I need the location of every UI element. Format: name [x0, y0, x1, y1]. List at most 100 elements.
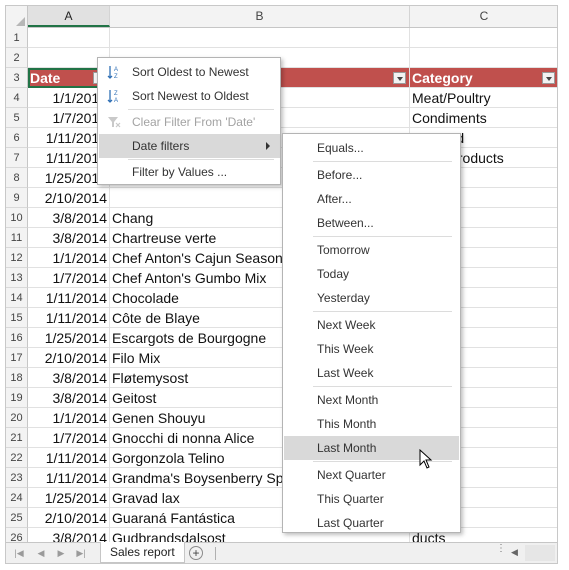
row-header[interactable]: 6	[6, 128, 28, 148]
date-filter-item[interactable]: This Quarter	[284, 487, 459, 511]
prev-sheet-icon[interactable]: ◀	[36, 547, 46, 559]
cell-text: 3/8/2014	[52, 370, 108, 386]
cell-text: 3/8/2014	[52, 230, 108, 246]
sort-newest-label: Sort Newest to Oldest	[132, 89, 249, 103]
cell-a[interactable]: 1/7/2014	[28, 268, 110, 288]
row-header[interactable]: 7	[6, 148, 28, 168]
row-header[interactable]: 5	[6, 108, 28, 128]
row-header[interactable]: 1	[6, 28, 28, 48]
cell-a[interactable]: 3/8/2014	[28, 388, 110, 408]
cell-a[interactable]: 2/10/2014	[28, 508, 110, 528]
cell-text: Category	[412, 70, 473, 86]
cell-a[interactable]: 1/25/2014	[28, 488, 110, 508]
svg-text:Z: Z	[114, 91, 118, 97]
last-sheet-icon[interactable]: ▶|	[76, 547, 86, 559]
submenu-separator	[313, 311, 452, 312]
cell-a[interactable]: 1/11/2014	[28, 448, 110, 468]
row-header[interactable]: 22	[6, 448, 28, 468]
row-header[interactable]: 10	[6, 208, 28, 228]
cell-text: Geitost	[112, 390, 157, 406]
first-sheet-icon[interactable]: |◀	[14, 547, 24, 559]
date-filter-item[interactable]: Today	[284, 262, 459, 286]
cell-c[interactable]: Meat/Poultry	[410, 88, 557, 108]
row-header[interactable]: 11	[6, 228, 28, 248]
next-sheet-icon[interactable]: ▶	[56, 547, 66, 559]
cell-text: 1/1/2014	[52, 250, 108, 266]
cell-a[interactable]	[28, 28, 110, 48]
cell-a[interactable]: 2/10/2014	[28, 188, 110, 208]
date-filter-item[interactable]: This Week	[284, 337, 459, 361]
cell-text: 1/11/2014	[45, 310, 107, 326]
cell-a[interactable]: 3/8/2014	[28, 208, 110, 228]
cell-text: Chartreuse verte	[112, 230, 217, 246]
filter-dropdown-button[interactable]	[393, 72, 406, 84]
row-header[interactable]: 20	[6, 408, 28, 428]
row-header[interactable]: 21	[6, 428, 28, 448]
cell-c[interactable]	[410, 48, 557, 68]
sort-oldest-to-newest-item[interactable]: A Z Sort Oldest to Newest	[99, 60, 280, 84]
splitter-handle-icon[interactable]: ⋮	[496, 544, 506, 561]
sheet-tab-sales-report[interactable]: Sales report	[100, 542, 185, 563]
table-row: 4 1/1/2014 Meat/Poultry	[6, 88, 557, 108]
filter-dropdown-button[interactable]	[542, 72, 555, 84]
row-header[interactable]: 3	[6, 68, 28, 88]
date-filter-item[interactable]: Last Quarter	[284, 511, 459, 535]
horizontal-scrollbar[interactable]	[525, 545, 555, 561]
date-filters-item[interactable]: Date filters	[99, 134, 280, 158]
date-filter-item[interactable]: This Month	[284, 412, 459, 436]
cell-text: Chocolade	[112, 290, 179, 306]
cell-a[interactable]: 2/10/2014	[28, 348, 110, 368]
row-header[interactable]: 2	[6, 48, 28, 68]
cell-a[interactable]: 1/1/2014	[28, 408, 110, 428]
row-header[interactable]: 14	[6, 288, 28, 308]
column-header-a[interactable]: A	[28, 6, 110, 27]
cell-a[interactable]: 3/8/2014	[28, 368, 110, 388]
row-header[interactable]: 18	[6, 368, 28, 388]
svg-text:A: A	[114, 67, 118, 73]
cell-text: 1/11/2014	[45, 290, 107, 306]
cell-a[interactable]: 1/11/2014	[28, 288, 110, 308]
cell-c[interactable]	[410, 28, 557, 48]
add-sheet-icon[interactable]: +	[189, 546, 203, 560]
row-header[interactable]: 24	[6, 488, 28, 508]
column-header-b[interactable]: B	[110, 6, 410, 27]
cell-text: Genen Shouyu	[112, 410, 206, 426]
date-filter-item[interactable]: Yesterday	[284, 286, 459, 310]
cell-a[interactable]: 1/11/2014	[28, 308, 110, 328]
sort-newest-to-oldest-item[interactable]: Z A Sort Newest to Oldest	[99, 84, 280, 108]
scroll-left-icon[interactable]: ◀	[511, 547, 518, 558]
row-header[interactable]: 8	[6, 168, 28, 188]
cell-a[interactable]: 1/11/2014	[28, 468, 110, 488]
row-header[interactable]: 4	[6, 88, 28, 108]
date-filter-item[interactable]: After...	[284, 187, 459, 211]
cell-b[interactable]	[110, 28, 410, 48]
column-header-c[interactable]: C	[410, 6, 557, 27]
cell-a[interactable]: 1/25/2014	[28, 328, 110, 348]
row-header[interactable]: 16	[6, 328, 28, 348]
cell-a[interactable]: 3/8/2014	[28, 228, 110, 248]
cell-a[interactable]: 1/1/2014	[28, 248, 110, 268]
date-filter-item[interactable]: Next Month	[284, 388, 459, 412]
row-header[interactable]: 23	[6, 468, 28, 488]
cell-text: Chang	[112, 210, 154, 226]
row-header[interactable]: 12	[6, 248, 28, 268]
date-filter-item[interactable]: Before...	[284, 163, 459, 187]
row-header[interactable]: 17	[6, 348, 28, 368]
date-filter-item[interactable]: Last Week	[284, 361, 459, 385]
date-filter-item[interactable]: Equals...	[284, 136, 459, 160]
date-filter-item[interactable]: Between...	[284, 211, 459, 235]
cell-text: Condiments	[412, 110, 487, 126]
row-header[interactable]: 19	[6, 388, 28, 408]
header-cell-c[interactable]: Category	[410, 68, 557, 88]
select-all-corner[interactable]	[6, 6, 28, 28]
row-header[interactable]: 9	[6, 188, 28, 208]
row-header[interactable]: 25	[6, 508, 28, 528]
clear-filter-item[interactable]: Clear Filter From 'Date'	[99, 110, 280, 134]
row-header[interactable]: 13	[6, 268, 28, 288]
row-header[interactable]: 15	[6, 308, 28, 328]
cell-c[interactable]: Condiments	[410, 108, 557, 128]
date-filter-item[interactable]: Tomorrow	[284, 238, 459, 262]
date-filter-item[interactable]: Next Week	[284, 313, 459, 337]
filter-by-values-item[interactable]: Filter by Values ...	[99, 160, 280, 184]
cell-a[interactable]: 1/7/2014	[28, 428, 110, 448]
